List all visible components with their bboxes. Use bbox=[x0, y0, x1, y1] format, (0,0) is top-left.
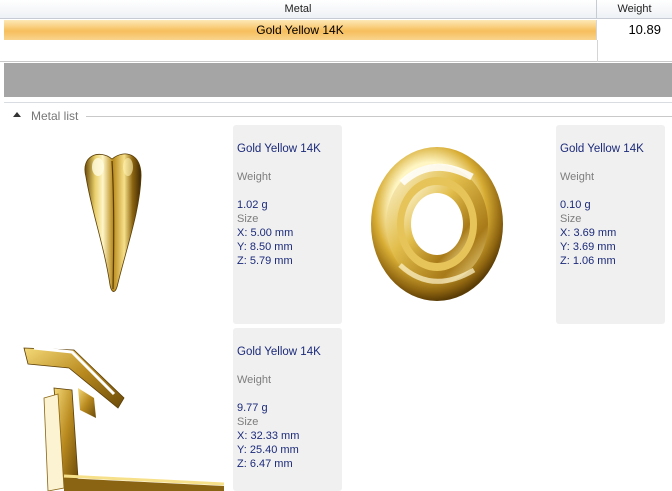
column-header-metal[interactable]: Metal bbox=[0, 0, 597, 19]
card-size-x: X: 5.00 mm bbox=[237, 227, 294, 239]
tooth-pendant-render bbox=[84, 153, 142, 292]
card-size-y: Y: 3.69 mm bbox=[560, 241, 616, 253]
group-title: Metal list bbox=[31, 108, 81, 124]
card-size-z: Z: 1.06 mm bbox=[560, 255, 616, 267]
card-info-treadmill: Gold Yellow 14K Weight 9.77 g Size X: 32… bbox=[233, 328, 342, 491]
cell-metal[interactable]: Gold Yellow 14K bbox=[4, 20, 597, 40]
card-metal-name: Gold Yellow 14K bbox=[237, 346, 321, 358]
card-size-z: Z: 6.47 mm bbox=[237, 458, 293, 470]
card-weight-value: 1.02 g bbox=[237, 199, 268, 211]
card-image-ring[interactable] bbox=[342, 125, 556, 324]
card-weight-value: 9.77 g bbox=[237, 402, 268, 414]
splitter[interactable] bbox=[4, 97, 672, 103]
card-metal-name: Gold Yellow 14K bbox=[560, 143, 644, 155]
card-size-label: Size bbox=[237, 416, 259, 428]
card-weight-label: Weight bbox=[237, 374, 272, 386]
metal-grid: Metal Weight Gold Yellow 14K 10.89 bbox=[0, 0, 672, 62]
ring-render bbox=[371, 147, 503, 301]
collapse-triangle-icon[interactable] bbox=[13, 112, 21, 117]
card-weight-label: Weight bbox=[237, 171, 272, 183]
metal-list-group-header[interactable]: Metal list bbox=[4, 108, 672, 124]
card-size-x: X: 3.69 mm bbox=[560, 227, 617, 239]
group-divider bbox=[86, 116, 672, 117]
grid-empty-area bbox=[4, 63, 672, 97]
column-header-weight[interactable]: Weight bbox=[597, 0, 672, 19]
card-image-pendant[interactable] bbox=[14, 125, 233, 324]
card-metal-name: Gold Yellow 14K bbox=[237, 143, 321, 155]
card-size-z: Z: 5.79 mm bbox=[237, 255, 293, 267]
card-image-treadmill[interactable] bbox=[14, 328, 233, 491]
card-size-x: X: 32.33 mm bbox=[237, 430, 300, 442]
column-divider bbox=[597, 40, 598, 62]
card-weight-label: Weight bbox=[560, 171, 595, 183]
cell-weight[interactable]: 10.89 bbox=[597, 20, 672, 40]
card-size-label: Size bbox=[560, 213, 582, 225]
card-info-pendant: Gold Yellow 14K Weight 1.02 g Size X: 5.… bbox=[233, 125, 342, 324]
card-size-y: Y: 25.40 mm bbox=[237, 444, 299, 456]
grid-row[interactable]: Gold Yellow 14K 10.89 bbox=[4, 20, 672, 40]
card-size-y: Y: 8.50 mm bbox=[237, 241, 293, 253]
card-info-ring: Gold Yellow 14K Weight 0.10 g Size X: 3.… bbox=[556, 125, 665, 324]
grid-header: Metal Weight bbox=[0, 0, 672, 19]
treadmill-render bbox=[14, 328, 233, 491]
card-size-label: Size bbox=[237, 213, 259, 225]
card-weight-value: 0.10 g bbox=[560, 199, 591, 211]
root: { "grid": { "columns": { "metal": "Metal… bbox=[0, 0, 672, 491]
grid-empty-row bbox=[4, 40, 672, 62]
